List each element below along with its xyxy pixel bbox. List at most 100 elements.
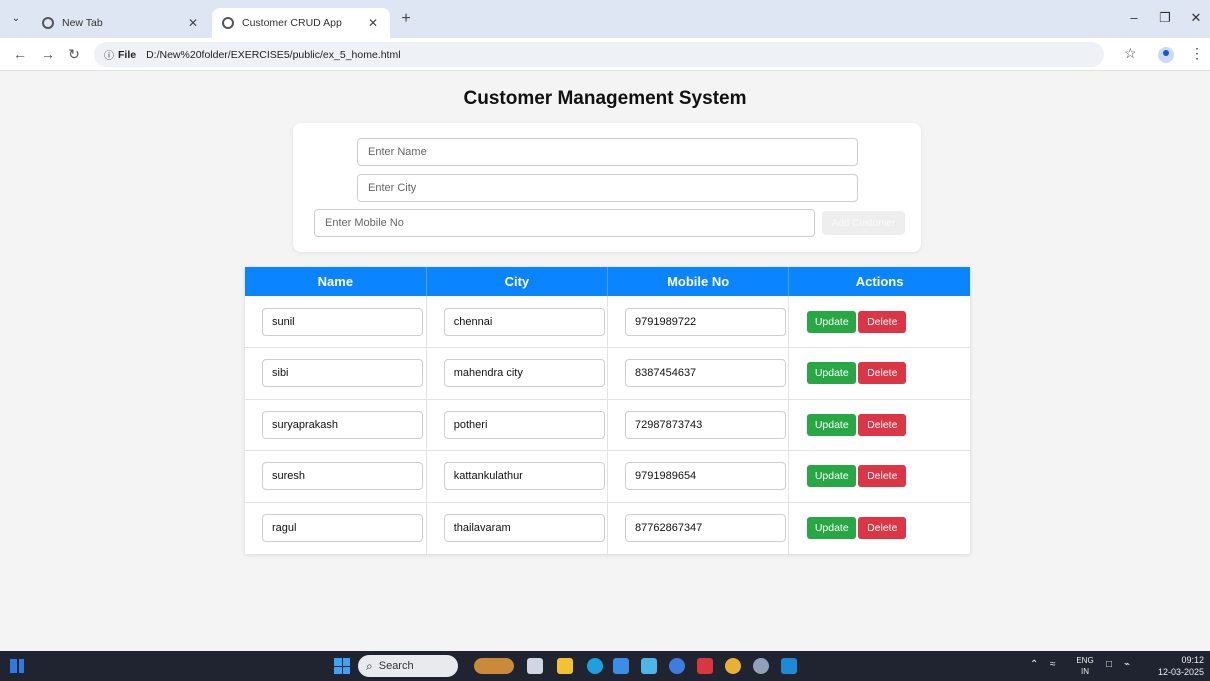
widgets-icon[interactable] [10,659,24,673]
weather-widget-icon[interactable] [474,658,514,674]
row-mobile-input[interactable] [625,410,786,439]
actions-cell: Update Delete [788,347,970,400]
taskbar-search[interactable]: ⌕ Search [358,655,458,677]
actions-cell: Update Delete [788,450,970,503]
edge-icon[interactable] [587,658,603,674]
add-customer-button[interactable]: Add Customer [822,211,905,235]
row-mobile-input[interactable] [625,462,786,491]
forward-arrow-icon[interactable]: → [40,46,56,62]
mobile-input[interactable] [314,209,815,237]
search-icon: ⌕ [366,658,373,673]
actions-cell: Update Delete [789,502,970,554]
name-cell [245,399,427,451]
city-input[interactable] [357,174,858,202]
row-name-input[interactable] [262,410,423,439]
menu-kebab-icon[interactable]: ⋮ [1190,45,1204,62]
delete-button[interactable]: Delete [858,310,907,333]
close-icon[interactable]: ✕ [366,16,380,30]
tab-search-chevron-icon[interactable]: ⌄ [8,11,24,27]
chrome-taskbar-icon[interactable] [725,658,741,674]
delete-button[interactable]: Delete [858,413,907,436]
column-header-city: City [426,267,609,296]
profile-avatar-icon[interactable] [1158,47,1174,63]
name-cell [245,347,427,400]
address-bar[interactable]: ⓘ File D:/New%20folder/EXERCISE5/public/… [94,42,1104,67]
name-cell [245,296,427,348]
row-mobile-input[interactable] [625,514,786,542]
language-indicator[interactable]: ENG IN [1073,655,1097,677]
back-arrow-icon[interactable]: ← [12,46,28,62]
delete-button[interactable]: Delete [858,517,907,539]
city-cell [426,399,609,451]
taskbar-search-label: Search [378,660,414,672]
delete-button[interactable]: Delete [858,465,907,488]
file-chip: File [118,48,137,61]
row-city-input[interactable] [443,514,605,542]
mobile-cell [607,347,790,400]
tray-chevron-up-icon[interactable]: ⌃ [1030,659,1038,670]
row-city-input[interactable] [443,410,605,439]
add-customer-form: Add Customer [293,123,921,252]
actions-cell: Update Delete [788,399,970,451]
column-header-actions: Actions [788,267,970,296]
address-url: D:/New%20folder/EXERCISE5/public/ex_5_ho… [146,48,401,61]
vscode-icon[interactable] [781,658,797,674]
lang-bottom: IN [1081,667,1089,676]
browser-toolbar: ← → ↻ ⓘ File D:/New%20folder/EXERCISE5/p… [0,38,1210,71]
city-cell [426,347,609,400]
tab-new-tab[interactable]: New Tab ✕ [32,8,210,38]
task-view-icon[interactable] [527,658,543,674]
chrome-icon [42,17,54,29]
update-button[interactable]: Update [807,310,857,333]
reload-icon[interactable]: ↻ [66,46,82,62]
globe-icon [222,17,234,29]
customer-table: Name City Mobile No Actions UpdateDelete… [245,267,970,554]
row-city-input[interactable] [443,359,605,388]
taskbar: ⌕ Search ⌃ ≈ ENG IN □ ⌁ 09:12 12-03-2025 [0,651,1210,681]
row-name-input[interactable] [262,359,423,388]
update-button[interactable]: Update [807,517,857,539]
tab-customer-crud-app[interactable]: Customer CRUD App ✕ [212,8,390,38]
table-header-row: Name City Mobile No Actions [245,267,970,296]
row-mobile-input[interactable] [625,359,786,388]
mobile-cell [607,450,790,503]
page-title: Customer Management System [463,88,747,109]
store-icon[interactable] [613,658,629,674]
update-button[interactable]: Update [807,465,857,488]
bookmark-star-icon[interactable]: ☆ [1124,45,1137,62]
update-button[interactable]: Update [807,362,857,385]
network-icon[interactable]: ≈ [1050,659,1056,670]
settings-gear-icon[interactable] [753,658,769,674]
windows-start-icon[interactable] [334,658,350,674]
row-name-input[interactable] [262,307,423,336]
lang-top: ENG [1076,656,1094,665]
info-icon[interactable]: ⓘ [104,47,114,62]
restore-icon[interactable]: ❐ [1155,10,1175,26]
mcafee-icon[interactable] [697,658,713,674]
row-city-input[interactable] [443,462,605,491]
display-icon[interactable]: □ [1106,659,1112,670]
close-icon[interactable]: ✕ [186,16,200,30]
actions-cell: Update Delete [788,296,970,348]
tab-label: Customer CRUD App [242,17,342,29]
table-row: UpdateDelete [245,399,970,451]
clock-time: 09:12 [1181,655,1204,665]
row-name-input[interactable] [262,462,423,491]
row-city-input[interactable] [443,307,605,336]
mobile-cell [607,296,790,348]
window-close-icon[interactable]: ✕ [1186,10,1206,26]
name-input[interactable] [357,138,858,166]
minimize-icon[interactable]: – [1124,10,1144,25]
delete-button[interactable]: Delete [858,362,907,385]
battery-icon[interactable]: ⌁ [1124,659,1130,670]
new-tab-plus-icon[interactable]: + [398,11,414,27]
update-button[interactable]: Update [807,413,857,436]
app-icon[interactable] [641,658,657,674]
table-row: UpdateDelete [245,296,970,348]
row-mobile-input[interactable] [625,307,786,336]
table-row: UpdateDelete [245,502,970,554]
row-name-input[interactable] [262,514,423,542]
clock[interactable]: 09:12 12-03-2025 [1150,654,1204,678]
app-icon[interactable] [669,658,685,674]
file-explorer-icon[interactable] [557,658,573,674]
